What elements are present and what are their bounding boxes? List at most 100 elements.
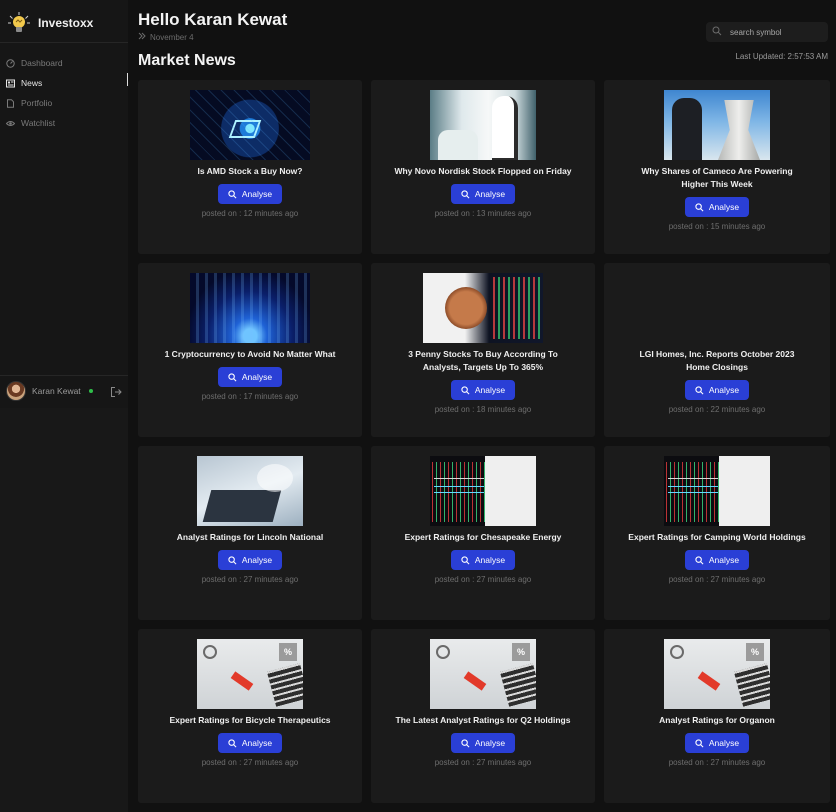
- analyse-button[interactable]: Analyse: [218, 184, 282, 204]
- search-box[interactable]: [706, 22, 828, 42]
- news-grid: Is AMD Stock a Buy Now? Analyse posted o…: [138, 80, 830, 803]
- logout-icon[interactable]: [110, 385, 122, 397]
- news-headline[interactable]: Expert Ratings for Camping World Holding…: [627, 531, 807, 544]
- analyse-label: Analyse: [241, 189, 273, 199]
- dashboard-icon: [6, 58, 15, 68]
- posted-time: posted on : 17 minutes ago: [201, 392, 299, 401]
- news-card[interactable]: 3 Penny Stocks To Buy According To Analy…: [371, 263, 595, 437]
- stock-chart-image[interactable]: [430, 456, 536, 526]
- analyse-label: Analyse: [708, 202, 740, 212]
- sidebar-item-label: Watchlist: [21, 118, 56, 128]
- news-card[interactable]: Expert Ratings for Camping World Holding…: [604, 446, 830, 620]
- desk-percent-image[interactable]: %: [664, 639, 770, 709]
- news-headline[interactable]: 1 Cryptocurrency to Avoid No Matter What: [160, 348, 340, 361]
- analyse-button[interactable]: Analyse: [218, 733, 282, 753]
- search-icon: [695, 555, 704, 564]
- analyse-button[interactable]: Analyse: [218, 550, 282, 570]
- desk-percent-image[interactable]: %: [197, 639, 303, 709]
- nuclear-plant-image[interactable]: [664, 90, 770, 160]
- search-icon: [461, 738, 470, 747]
- lab-image[interactable]: [430, 90, 536, 160]
- sidebar-item-label: Dashboard: [21, 58, 63, 68]
- page-title: Market News: [138, 52, 236, 69]
- analyse-button[interactable]: Analyse: [685, 733, 749, 753]
- search-icon: [228, 189, 237, 198]
- sidebar-item-portfolio[interactable]: Portfolio: [6, 93, 63, 113]
- news-headline[interactable]: Expert Ratings for Bicycle Therapeutics: [160, 714, 340, 727]
- news-card[interactable]: % Expert Ratings for Bicycle Therapeutic…: [138, 629, 362, 803]
- analyse-label: Analyse: [474, 189, 506, 199]
- news-headline[interactable]: The Latest Analyst Ratings for Q2 Holdin…: [393, 714, 573, 727]
- news-card[interactable]: Analyst Ratings for Lincoln National Ana…: [138, 446, 362, 620]
- laptop-image[interactable]: [197, 456, 303, 526]
- search-icon: [228, 372, 237, 381]
- active-nav-indicator: [127, 73, 128, 86]
- user-profile[interactable]: Karan Kewat: [6, 380, 122, 402]
- avatar[interactable]: [6, 381, 26, 401]
- news-card[interactable]: Why Novo Nordisk Stock Flopped on Friday…: [371, 80, 595, 254]
- posted-time: posted on : 27 minutes ago: [434, 575, 532, 584]
- sidebar-footer-area: [0, 408, 128, 812]
- analyse-button[interactable]: Analyse: [685, 550, 749, 570]
- divider: [0, 42, 128, 43]
- percent-icon: %: [279, 643, 297, 661]
- posted-time: posted on : 15 minutes ago: [668, 222, 766, 231]
- analyse-button[interactable]: Analyse: [451, 550, 515, 570]
- desk-percent-image[interactable]: %: [430, 639, 536, 709]
- greeting-heading: Hello Karan Kewat: [138, 10, 288, 29]
- search-input[interactable]: [730, 27, 820, 37]
- analyse-label: Analyse: [241, 738, 273, 748]
- news-headline[interactable]: Expert Ratings for Chesapeake Energy: [393, 531, 573, 544]
- analyse-button[interactable]: Analyse: [451, 733, 515, 753]
- news-headline[interactable]: LGI Homes, Inc. Reports October 2023 Hom…: [627, 348, 807, 374]
- analyse-label: Analyse: [474, 738, 506, 748]
- news-card[interactable]: % The Latest Analyst Ratings for Q2 Hold…: [371, 629, 595, 803]
- sidebar-nav: Dashboard News Portfolio Watchlist: [6, 53, 63, 133]
- search-icon: [461, 385, 470, 394]
- eye-icon: [6, 119, 15, 128]
- analyse-label: Analyse: [708, 385, 740, 395]
- posted-time: posted on : 27 minutes ago: [668, 758, 766, 767]
- news-headline[interactable]: Analyst Ratings for Organon: [627, 714, 807, 727]
- news-headline[interactable]: Why Shares of Cameco Are Powering Higher…: [627, 165, 807, 191]
- analyse-label: Analyse: [474, 555, 506, 565]
- sidebar-item-watchlist[interactable]: Watchlist: [6, 113, 63, 133]
- analyse-label: Analyse: [474, 385, 506, 395]
- news-card[interactable]: Expert Ratings for Chesapeake Energy Ana…: [371, 446, 595, 620]
- lightbulb-logo-icon: [6, 10, 32, 36]
- percent-icon: %: [746, 643, 764, 661]
- analyse-button[interactable]: Analyse: [451, 184, 515, 204]
- dial-graphic: [670, 645, 684, 659]
- news-card[interactable]: LGI Homes, Inc. Reports October 2023 Hom…: [604, 263, 830, 437]
- news-card[interactable]: Is AMD Stock a Buy Now? Analyse posted o…: [138, 80, 362, 254]
- news-card[interactable]: 1 Cryptocurrency to Avoid No Matter What…: [138, 263, 362, 437]
- crypto-image[interactable]: [190, 273, 310, 343]
- news-card[interactable]: Why Shares of Cameco Are Powering Higher…: [604, 80, 830, 254]
- posted-time: posted on : 13 minutes ago: [434, 209, 532, 218]
- news-headline[interactable]: 3 Penny Stocks To Buy According To Analy…: [393, 348, 573, 374]
- divider: [0, 375, 128, 376]
- penny-chart-image[interactable]: [423, 273, 543, 343]
- news-headline[interactable]: Analyst Ratings for Lincoln National: [160, 531, 340, 544]
- analyse-label: Analyse: [708, 738, 740, 748]
- news-headline[interactable]: Why Novo Nordisk Stock Flopped on Friday: [393, 165, 573, 178]
- analyse-button[interactable]: Analyse: [685, 197, 749, 217]
- posted-time: posted on : 27 minutes ago: [668, 575, 766, 584]
- analyse-label: Analyse: [241, 372, 273, 382]
- analyse-button[interactable]: Analyse: [218, 367, 282, 387]
- chip-image[interactable]: [190, 90, 310, 160]
- search-icon: [461, 189, 470, 198]
- search-icon: [695, 738, 704, 747]
- analyse-button[interactable]: Analyse: [451, 380, 515, 400]
- analyse-button[interactable]: Analyse: [685, 380, 749, 400]
- posted-time: posted on : 22 minutes ago: [668, 405, 766, 414]
- current-date: November 4: [150, 32, 194, 42]
- stock-chart-image[interactable]: [664, 456, 770, 526]
- app-logo[interactable]: Investoxx: [6, 8, 93, 38]
- sidebar-item-news[interactable]: News: [6, 73, 63, 93]
- analyse-label: Analyse: [708, 555, 740, 565]
- news-card[interactable]: % Analyst Ratings for Organon Analyse po…: [604, 629, 830, 803]
- news-headline[interactable]: Is AMD Stock a Buy Now?: [160, 165, 340, 178]
- dial-graphic: [203, 645, 217, 659]
- sidebar-item-dashboard[interactable]: Dashboard: [6, 53, 63, 73]
